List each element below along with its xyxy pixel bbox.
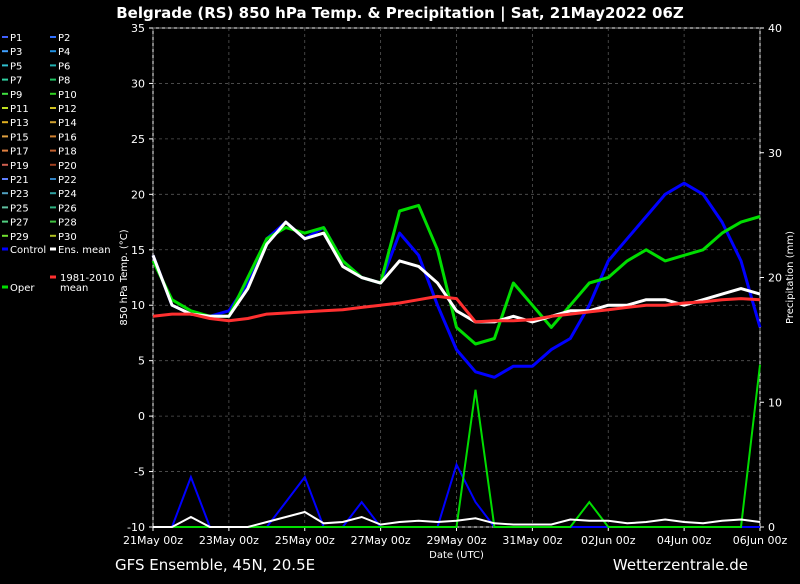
x-tick-label: 21May 00z	[123, 534, 183, 547]
y-tick-label: 10	[131, 299, 145, 312]
legend-label: P20	[58, 161, 77, 172]
x-tick-label: 23May 00z	[199, 534, 259, 547]
legend-label: P2	[58, 33, 70, 44]
y2-axis-label: Precipitation (mm)	[785, 231, 796, 324]
legend-label: P21	[10, 175, 29, 186]
y-tick-label: 30	[131, 77, 145, 90]
x-tick-label: 25May 00z	[275, 534, 335, 547]
x-tick-label: 06Jun 00z	[733, 534, 788, 547]
y2-tick-label: 20	[768, 272, 782, 285]
legend-label: P4	[58, 47, 70, 58]
legend-label: Ens. mean	[58, 245, 111, 256]
y-tick-label: 25	[131, 133, 145, 146]
legend-label: P10	[58, 90, 77, 101]
y2-tick-label: 30	[768, 147, 782, 160]
legend-label: P14	[58, 118, 77, 129]
legend-label: P22	[58, 175, 77, 186]
x-tick-label: 31May 00z	[502, 534, 562, 547]
legend-label: mean	[60, 283, 88, 294]
y-tick-label: 5	[138, 355, 145, 368]
legend-label: P16	[58, 132, 77, 143]
chart-title: Belgrade (RS) 850 hPa Temp. & Precipitat…	[116, 4, 684, 23]
legend-label: P30	[58, 232, 77, 243]
x-tick-label: 02Jun 00z	[581, 534, 636, 547]
y-tick-label: 35	[131, 22, 145, 35]
legend-label: P28	[58, 218, 77, 229]
y-tick-label: 20	[131, 188, 145, 201]
ensemble-chart: -10 -5 0 5 10 15 20 25 30 35 0 10 20 30 40 21May 00z 23M…	[2, 4, 796, 561]
legend-label: Oper	[10, 283, 35, 294]
legend-label: P15	[10, 132, 29, 143]
legend-label: Control	[10, 245, 46, 256]
legend-label: P24	[58, 189, 77, 200]
y2-tick-label: 40	[768, 22, 782, 35]
footer-site-label: Wetterzentrale.de	[612, 556, 748, 574]
legend-label: P29	[10, 232, 29, 243]
legend-label: P1	[10, 33, 22, 44]
legend-label: P11	[10, 104, 29, 115]
y-tick-label: -5	[134, 466, 145, 479]
y2-tick-label: 0	[768, 521, 775, 534]
y-tick-label: -10	[127, 521, 145, 534]
y-tick-label: 0	[138, 410, 145, 423]
legend-label: P13	[10, 118, 29, 129]
legend-label: P19	[10, 161, 29, 172]
x-axis-label: Date (UTC)	[429, 550, 484, 561]
legend-label: P8	[58, 76, 70, 87]
legend-label: P5	[10, 61, 22, 72]
x-tick-label: 04Jun 00z	[657, 534, 712, 547]
legend-label: P23	[10, 189, 29, 200]
legend-label: P12	[58, 104, 77, 115]
legend-label: P6	[58, 61, 70, 72]
legend-label: P17	[10, 147, 29, 158]
footer-source-label: GFS Ensemble, 45N, 20.5E	[115, 556, 316, 574]
legend-label: P18	[58, 147, 77, 158]
legend-label: P9	[10, 90, 22, 101]
legend-label: P3	[10, 47, 22, 58]
y2-tick-label: 10	[768, 396, 782, 409]
legend-label: P26	[58, 203, 77, 214]
y-tick-label: 15	[131, 244, 145, 257]
legend-label: P27	[10, 218, 29, 229]
legend-label: P7	[10, 76, 22, 87]
x-tick-label: 27May 00z	[351, 534, 411, 547]
y-axis-label: 850 hPa Temp. (°C)	[119, 229, 130, 325]
x-tick-label: 29May 00z	[426, 534, 486, 547]
legend-label: P25	[10, 203, 29, 214]
